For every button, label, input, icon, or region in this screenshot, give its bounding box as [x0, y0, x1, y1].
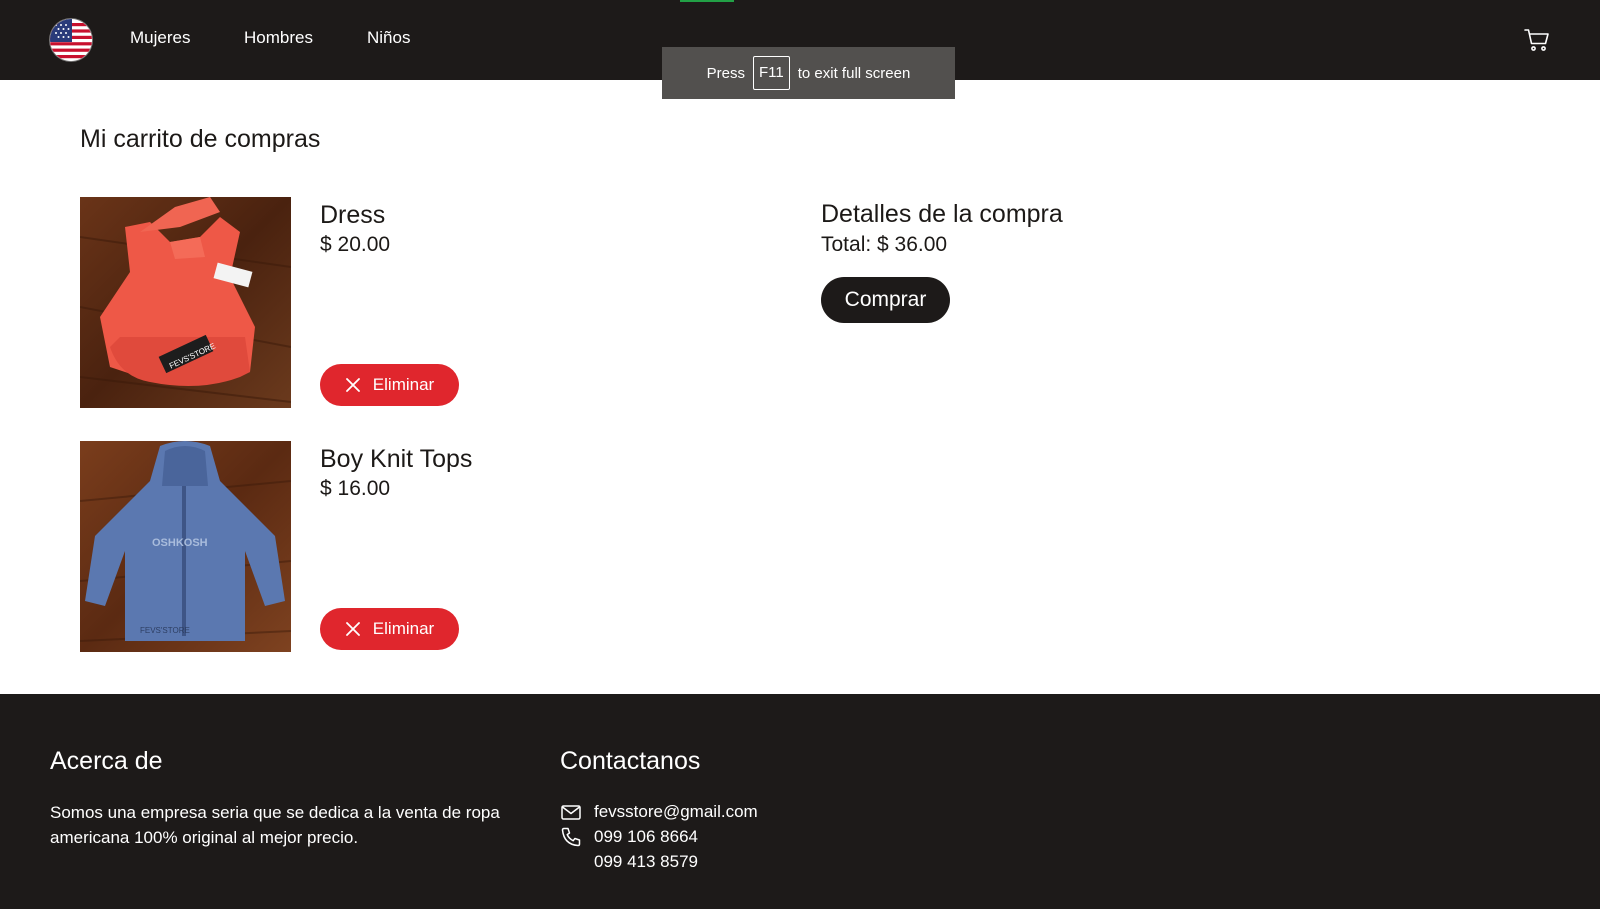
phone-number: 099 106 8664	[594, 827, 698, 846]
total-value: $ 36.00	[877, 233, 948, 256]
site-footer: Acerca de Somos una empresa seria que se…	[0, 694, 1600, 909]
cart-item: FEVS'STORE Dress $ 20.00 Eliminar	[80, 197, 780, 408]
loading-accent-bar	[680, 0, 734, 2]
close-icon	[345, 378, 360, 392]
red-dress-image[interactable]: FEVS'STORE	[80, 197, 291, 408]
item-name: Boy Knit Tops	[320, 445, 473, 473]
svg-text:OSHKOSH: OSHKOSH	[152, 537, 208, 549]
remove-item-label: Eliminar	[372, 375, 435, 394]
shopping-cart-icon[interactable]	[1524, 28, 1550, 52]
remove-item-button[interactable]: Eliminar	[320, 608, 459, 650]
contact-heading: Contactanos	[560, 747, 701, 775]
about-heading: Acerca de	[50, 747, 163, 775]
nav-link-mujeres[interactable]: Mujeres	[130, 28, 190, 48]
remove-item-button[interactable]: Eliminar	[320, 364, 459, 406]
phone-number: 099 413 8579	[594, 852, 698, 871]
remove-item-label: Eliminar	[372, 619, 435, 638]
total-label: Total:	[821, 233, 872, 256]
close-icon	[345, 622, 360, 636]
mail-icon	[561, 805, 581, 820]
item-price: $ 20.00	[320, 233, 391, 256]
fullscreen-notice-suffix: to exit full screen	[797, 64, 911, 82]
about-text: Somos una empresa seria que se dedica a …	[50, 803, 500, 847]
purchase-total: Total: $ 36.00	[821, 232, 947, 258]
fullscreen-exit-notice: Press F11 to exit full screen	[662, 47, 955, 99]
blue-hoodie-image[interactable]: OSHKOSH FEVS'STORE	[80, 441, 291, 652]
fullscreen-notice-prefix: Press	[706, 64, 746, 82]
item-name: Dress	[320, 201, 386, 229]
email-link[interactable]: fevsstore@gmail.com	[594, 801, 758, 823]
buy-button[interactable]: Comprar	[821, 277, 950, 323]
svg-text:FEVS'STORE: FEVS'STORE	[140, 626, 190, 635]
nav-link-hombres[interactable]: Hombres	[244, 28, 313, 48]
cart-item: OSHKOSH FEVS'STORE Boy Knit Tops $ 16.00…	[80, 441, 780, 652]
f11-key-badge: F11	[753, 56, 790, 90]
nav-link-ninos[interactable]: Niños	[367, 28, 410, 48]
item-price: $ 16.00	[320, 477, 391, 500]
purchase-details-title: Detalles de la compra	[821, 200, 1063, 228]
us-flag-icon[interactable]	[50, 19, 92, 61]
phone-icon	[561, 827, 581, 847]
page-title: Mi carrito de compras	[80, 125, 321, 153]
